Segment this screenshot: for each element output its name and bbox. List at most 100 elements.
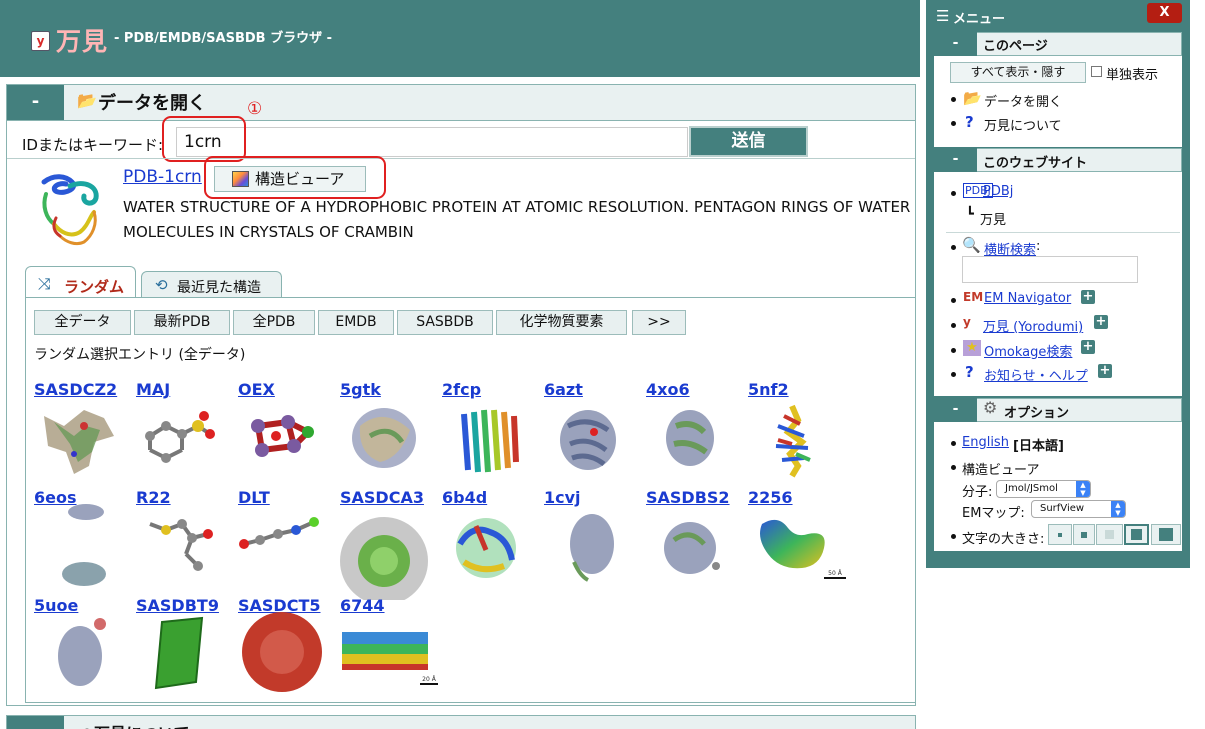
cross-search-suffix: : (1036, 239, 1041, 254)
help-icon: ? (965, 363, 974, 381)
collapse-panel-button[interactable]: - (7, 85, 64, 120)
tab-recent-label: 最近見た構造 (177, 280, 261, 296)
entry-thumbnail[interactable] (238, 504, 326, 586)
app-subtitle: - PDB/EMDB/SASBDB ブラウザ - (114, 31, 333, 46)
sb-item-open-data[interactable]: データを開く (984, 91, 1062, 110)
viewer-option-label: 構造ビューア (962, 463, 1040, 478)
entry-thumbnail[interactable] (442, 396, 530, 478)
app-logo-text[interactable]: 万見 (56, 22, 108, 58)
tab-random-label: ランダム (64, 278, 125, 296)
bullet (951, 323, 956, 328)
expand-plus-icon[interactable]: + (1081, 340, 1095, 354)
entry-thumbnail[interactable] (136, 396, 224, 478)
expand-plus-icon[interactable]: + (1098, 364, 1112, 378)
bullet (951, 441, 956, 446)
single-view-label: 単独表示 (1106, 68, 1159, 83)
search-icon: 🔍 (962, 236, 981, 254)
filter-more[interactable]: >> (632, 310, 686, 335)
divider (946, 232, 1180, 233)
id-keyword-input[interactable]: 1crn (176, 127, 688, 157)
em-navigator-icon: EM (963, 290, 984, 304)
entry-thumbnail[interactable] (34, 396, 122, 478)
gear-icon: ⚙ (983, 398, 998, 417)
filter-emdb[interactable]: EMDB (318, 310, 394, 335)
chevron-updown-icon: ▲ ▼ (1111, 501, 1125, 517)
pdb-entry-link[interactable]: PDB-1crn (123, 167, 202, 187)
entry-thumbnail[interactable] (340, 504, 428, 600)
em-navigator-link[interactable]: EM Navigator (984, 291, 1071, 306)
filter-chemical[interactable]: 化学物質要素 (496, 310, 627, 335)
show-all-toggle-button[interactable]: すべて表示・隠す (950, 62, 1086, 83)
expand-plus-icon[interactable]: + (1081, 290, 1095, 304)
entry-thumbnail[interactable] (340, 396, 428, 478)
yorodumi-icon: y (963, 315, 971, 329)
font-size-m-button[interactable] (1096, 524, 1123, 545)
bullet (951, 298, 956, 303)
bullet (951, 372, 956, 377)
scale-bar: 50 Å (824, 570, 846, 579)
pdbj-link[interactable]: PDBj (983, 184, 1013, 199)
sb-this-page-title: このページ (983, 39, 1048, 54)
chevron-updown-icon: ▲ ▼ (1076, 481, 1090, 497)
close-menu-button[interactable]: X (1147, 3, 1182, 23)
molecule-viewer-select[interactable]: Jmol/JSmol ▲ ▼ (996, 480, 1091, 498)
entry-thumbnail[interactable] (340, 612, 428, 694)
sb-yorodumi-label[interactable]: 万見 (980, 209, 1006, 228)
crambin-structure-image[interactable] (36, 172, 108, 248)
entry-thumbnail[interactable] (544, 396, 632, 478)
submit-button[interactable]: 送信 (689, 126, 808, 157)
em-map-label: EMマップ: (962, 506, 1025, 521)
open-folder-icon: 📂 (963, 89, 982, 107)
filter-all-data[interactable]: 全データ (34, 310, 131, 335)
expand-plus-icon[interactable]: + (1094, 315, 1108, 329)
em-map-viewer-select[interactable]: SurfView ▲ ▼ (1031, 500, 1126, 518)
entry-thumbnail[interactable] (34, 612, 122, 694)
english-link[interactable]: English (962, 435, 1009, 450)
font-size-xs-button[interactable] (1048, 524, 1072, 545)
filter-sasbdb[interactable]: SASBDB (397, 310, 493, 335)
entry-thumbnail[interactable] (136, 612, 224, 694)
molecule-label: 分子: (962, 485, 993, 500)
entry-thumbnail[interactable] (748, 504, 836, 586)
id-keyword-label: IDまたはキーワード: (22, 136, 164, 154)
cross-search-input[interactable] (962, 256, 1138, 283)
yorodumi-logo-icon[interactable]: y (31, 31, 50, 51)
sb-item-about[interactable]: 万見について (984, 115, 1062, 134)
entry-thumbnail[interactable] (136, 504, 224, 586)
filter-all-pdb[interactable]: 全PDB (233, 310, 315, 335)
sb-options-title: オプション (1004, 406, 1070, 421)
single-view-checkbox[interactable] (1091, 66, 1102, 77)
sb-this-page-collapse[interactable]: - (934, 32, 977, 56)
entry-description: WATER STRUCTURE OF A HYDROPHOBIC PROTEIN… (123, 198, 911, 241)
open-folder-icon: 📂 (77, 91, 97, 110)
collapse-about-button[interactable] (7, 716, 64, 729)
entry-thumbnail[interactable] (238, 396, 326, 478)
bullet (951, 245, 956, 250)
font-size-s-button[interactable] (1073, 524, 1095, 545)
filter-latest-pdb[interactable]: 最新PDB (134, 310, 230, 335)
entry-thumbnail[interactable] (544, 504, 632, 586)
font-size-l-button[interactable] (1124, 524, 1149, 545)
bullet (951, 534, 956, 539)
sb-options-collapse[interactable]: - (934, 398, 977, 422)
tree-branch-icon: ┗ (966, 207, 974, 222)
bullet (951, 348, 956, 353)
font-size-xl-button[interactable] (1151, 524, 1181, 545)
entry-thumbnail[interactable] (238, 612, 326, 694)
help-icon: ? (965, 113, 974, 131)
entry-thumbnail[interactable] (646, 396, 734, 478)
sb-website-collapse[interactable]: - (934, 148, 977, 172)
omokage-link[interactable]: Omokage検索 (984, 341, 1072, 360)
japanese-current-label: [日本語] (1013, 439, 1064, 454)
molecule-viewer-value: Jmol/JSmol (1005, 483, 1058, 494)
yorodumi-link[interactable]: 万見 (Yorodumi) (983, 316, 1083, 335)
entry-thumbnail[interactable] (646, 504, 734, 586)
news-help-link[interactable]: お知らせ・ヘルプ (984, 365, 1088, 384)
entry-thumbnail[interactable] (34, 504, 122, 586)
omokage-icon: ★ (963, 340, 981, 356)
scale-bar: 20 Å (420, 676, 438, 685)
history-icon: ⟲ (155, 276, 168, 294)
bullet (951, 121, 956, 126)
entry-thumbnail[interactable] (442, 504, 530, 586)
entry-thumbnail[interactable] (748, 396, 836, 478)
